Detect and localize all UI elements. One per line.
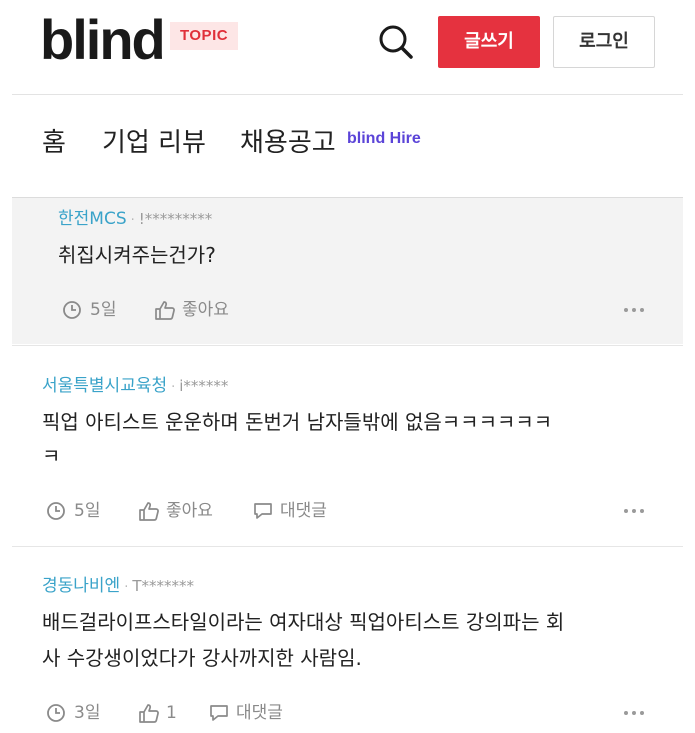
write-post-button[interactable]: 글쓰기: [438, 16, 540, 68]
meta-separator: ·: [124, 580, 129, 595]
time-label: 3일: [74, 703, 101, 723]
header: blind TOPIC 글쓰기 로그인: [0, 0, 695, 94]
nav-home[interactable]: 홈: [42, 125, 66, 161]
time-info: 3일: [46, 700, 116, 726]
login-button[interactable]: 로그인: [553, 16, 655, 68]
nav-company-review[interactable]: 기업 리뷰: [102, 125, 206, 161]
thumbs-up-icon: [155, 301, 175, 320]
like-button[interactable]: 1: [138, 700, 198, 726]
speech-bubble-icon: [210, 705, 228, 721]
time-info: 5일: [46, 498, 116, 524]
time-info: 5일: [62, 297, 132, 323]
time-label: 5일: [90, 300, 117, 320]
like-button[interactable]: 좋아요: [154, 297, 254, 323]
comment-body: 취집시켜주는건가?: [58, 243, 216, 267]
comment-actions: 5일 좋아요: [62, 297, 682, 323]
clock-icon: [47, 502, 65, 520]
comment-item: 서울특별시교육청 · i****** 픽업 아티스트 운운하며 돈번거 남자들밖에 …: [12, 345, 683, 545]
clock-icon: [47, 704, 65, 722]
comment-body-line: 사 수강생이었다가 강사까지한 사람임.: [42, 646, 362, 670]
clock-icon: [63, 301, 81, 319]
reply-button[interactable]: 대댓글: [252, 498, 362, 524]
username: !*********: [138, 210, 213, 228]
like-button[interactable]: 좋아요: [138, 498, 238, 524]
blind-hire-label[interactable]: blind Hire: [347, 130, 421, 148]
reply-button[interactable]: 대댓글: [208, 700, 318, 726]
company-name[interactable]: 한전MCS: [58, 209, 127, 229]
comment-meta: 서울특별시교육청 · i******: [42, 375, 228, 399]
username: T*******: [132, 577, 195, 595]
comment-item: 경동나비엔 · T******* 배드걸라이프스타일이라는 여자대상 픽업아티스트 …: [12, 546, 683, 733]
more-options-icon[interactable]: [624, 700, 650, 726]
reply-label: 대댓글: [236, 703, 283, 723]
main-nav: 홈 기업 리뷰 채용공고 blind Hire: [0, 95, 695, 197]
company-name[interactable]: 서울특별시교육청: [42, 376, 167, 396]
topic-badge[interactable]: TOPIC: [170, 22, 239, 50]
comment-actions: 5일 좋아요 대댓글: [46, 498, 666, 524]
time-label: 5일: [74, 501, 101, 521]
thumbs-up-icon: [139, 502, 159, 521]
comment-actions: 3일 1 대댓글: [46, 700, 666, 726]
thumbs-up-icon: [139, 704, 159, 723]
company-name[interactable]: 경동나비엔: [42, 576, 120, 596]
search-icon[interactable]: [376, 22, 416, 62]
nav-jobs[interactable]: 채용공고: [240, 125, 336, 161]
comment-body-line: 픽업 아티스트 운운하며 돈번거 남자들밖에 없음ㅋㅋㅋㅋㅋㅋ: [42, 410, 553, 434]
meta-separator: ·: [130, 213, 135, 228]
like-count: 1: [166, 703, 177, 723]
username: i******: [179, 377, 229, 395]
blind-logo[interactable]: blind: [40, 8, 166, 72]
more-options-icon[interactable]: [624, 297, 650, 323]
reply-label: 대댓글: [280, 501, 327, 521]
comment-body-line: ㅋ: [42, 444, 61, 468]
comment-item: 한전MCS · !********* 취집시켜주는건가? 5일 좋아요: [12, 198, 683, 344]
like-label: 좋아요: [166, 501, 213, 521]
comment-body-line: 배드걸라이프스타일이라는 여자대상 픽업아티스트 강의파는 회: [42, 610, 565, 634]
more-options-icon[interactable]: [624, 498, 650, 524]
comment-meta: 한전MCS · !*********: [58, 208, 212, 232]
comment-meta: 경동나비엔 · T*******: [42, 575, 194, 599]
like-label: 좋아요: [182, 300, 229, 320]
speech-bubble-icon: [254, 503, 272, 519]
meta-separator: ·: [171, 380, 176, 395]
